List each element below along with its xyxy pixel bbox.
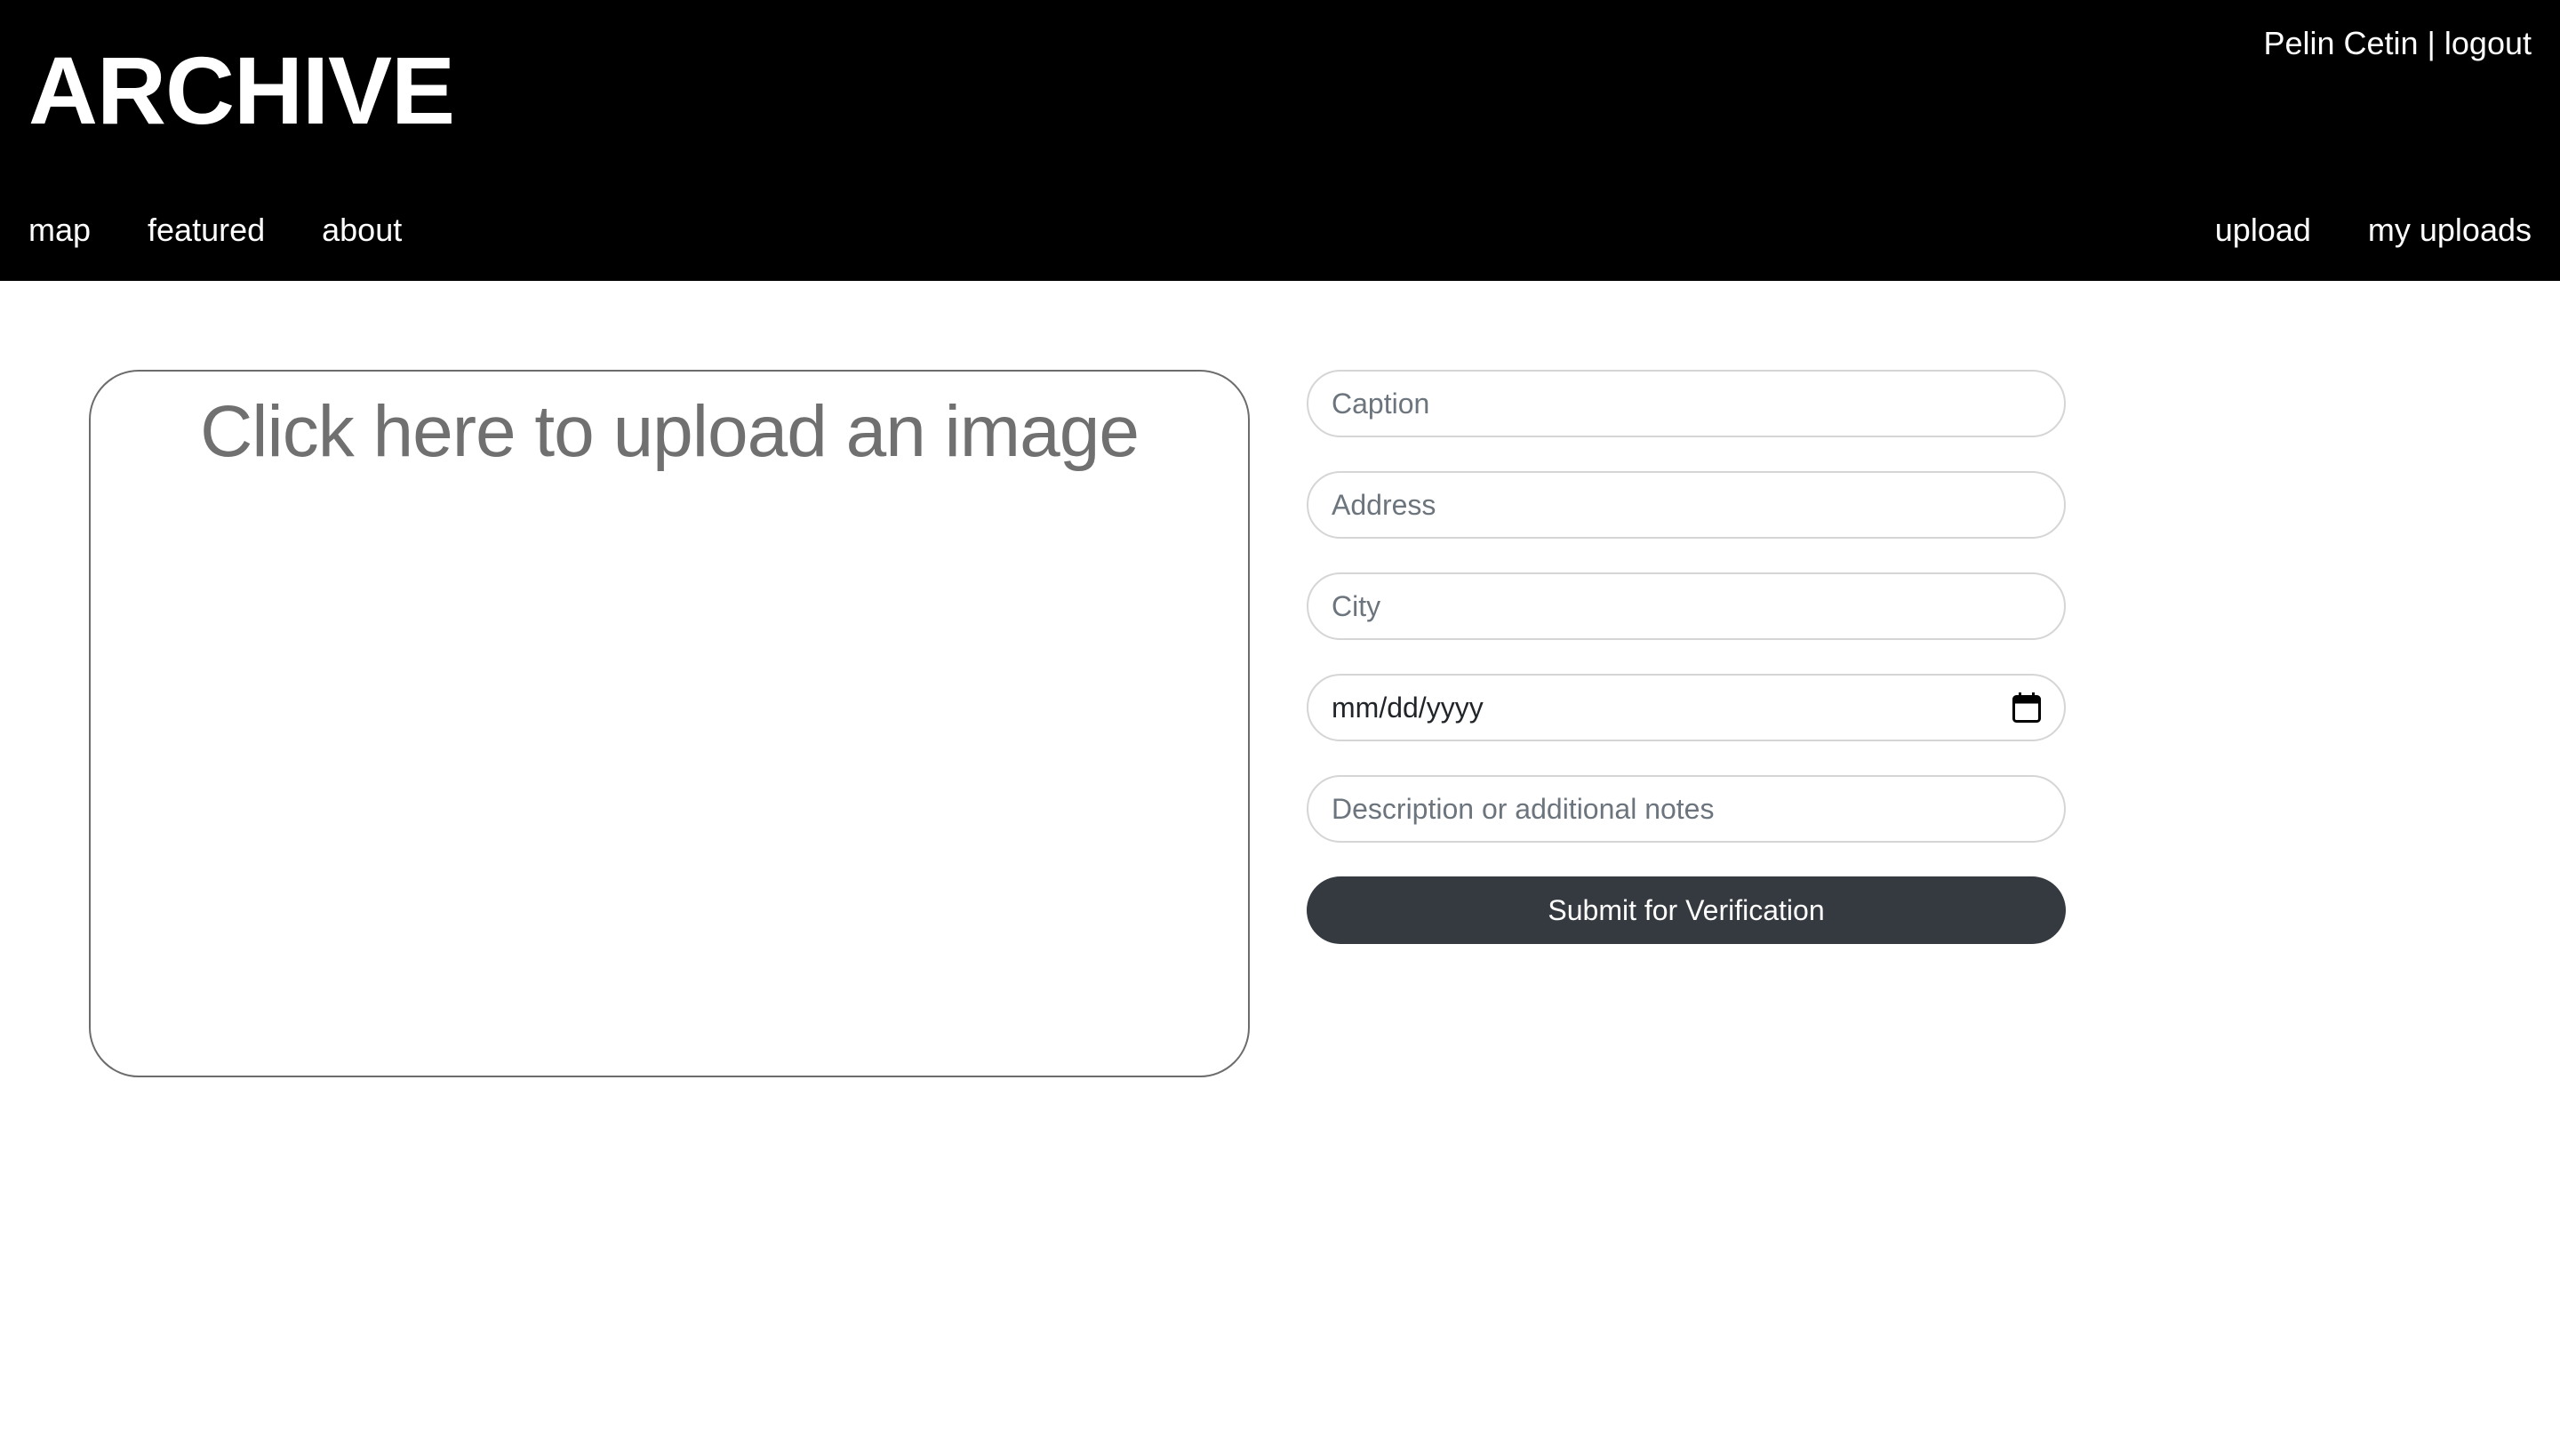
primary-nav: map featured about xyxy=(28,210,459,251)
image-upload-dropzone[interactable]: Click here to upload an image xyxy=(89,370,1250,1077)
submit-for-verification-button[interactable]: Submit for Verification xyxy=(1307,876,2066,944)
caption-input[interactable] xyxy=(1307,370,2066,437)
date-input[interactable]: mm/dd/yyyy xyxy=(1307,674,2066,741)
calendar-icon[interactable] xyxy=(2012,692,2041,723)
notes-input[interactable] xyxy=(1307,775,2066,843)
date-input-value: mm/dd/yyyy xyxy=(1332,691,1484,724)
user-name: Pelin Cetin xyxy=(2263,25,2419,61)
nav-featured-link[interactable]: featured xyxy=(148,210,265,251)
address-input[interactable] xyxy=(1307,471,2066,539)
nav-map-link[interactable]: map xyxy=(28,210,91,251)
upload-form: mm/dd/yyyy Submit for Verification xyxy=(1307,370,2066,944)
site-header: ARCHIVE Pelin Cetin | logout map feature… xyxy=(0,0,2560,281)
logout-link[interactable]: logout xyxy=(2444,25,2532,61)
upload-prompt: Click here to upload an image xyxy=(200,391,1140,472)
user-separator: | xyxy=(2418,25,2444,61)
city-input[interactable] xyxy=(1307,572,2066,640)
site-logo[interactable]: ARCHIVE xyxy=(28,37,455,144)
account-nav: upload my uploads xyxy=(2158,210,2532,251)
nav-about-link[interactable]: about xyxy=(322,210,402,251)
user-area: Pelin Cetin | logout xyxy=(2263,23,2532,64)
nav-my-uploads-link[interactable]: my uploads xyxy=(2368,210,2532,251)
nav-upload-link[interactable]: upload xyxy=(2215,210,2311,251)
